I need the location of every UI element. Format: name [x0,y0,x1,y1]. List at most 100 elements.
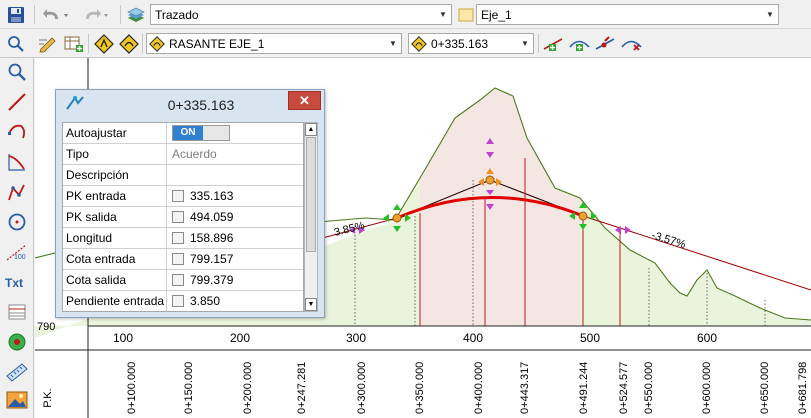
property-row-cota-salida: Cota salida 799.379 [63,270,303,291]
elevation-label: 790 [37,321,55,333]
app-icon [66,95,84,114]
station-label: 0+600.000 [701,362,713,414]
ruler-icon[interactable] [4,359,30,385]
scroll-thumb[interactable] [306,137,316,252]
station-label: 0+247.281 [296,362,308,414]
property-number[interactable]: 799.379 [190,270,233,290]
station-label: 0+350.000 [414,362,426,414]
station-label: 0+681.798 [797,362,809,414]
property-number[interactable]: 335.163 [190,186,233,206]
point-icon[interactable] [4,329,30,355]
station-label: 0+650.000 [759,362,771,414]
panel-scrollbar[interactable]: ▲ ▼ [304,122,318,312]
svg-text:Txt: Txt [5,276,23,290]
station-label: 0+550.000 [643,362,655,414]
profile-toolbar: RASANTE EJE_1 ▼ 0+335.163 ▼ [0,29,811,58]
station-label: 0+150.000 [183,362,195,414]
zoom-icon[interactable] [4,32,28,55]
layer-select-value: Trazado [155,7,199,22]
axis-select-value: Eje_1 [481,7,512,22]
add-curve-icon[interactable] [568,32,592,55]
image-icon[interactable] [4,387,30,413]
property-label: Cota entrada [63,249,167,269]
property-label: PK salida [63,207,167,227]
lock-checkbox[interactable] [172,274,184,286]
scroll-down-icon[interactable]: ▼ [305,298,317,311]
property-label: Pendiente entrada [63,291,167,311]
line-icon[interactable] [4,89,30,115]
property-grid: Autoajustar ON Tipo Acuerdo Descripción … [62,122,304,312]
station-label: 0+200.000 [242,362,254,414]
property-value: 799.379 [168,270,303,290]
lock-checkbox[interactable] [172,232,184,244]
sign-vertex-icon[interactable] [92,32,116,55]
lock-checkbox[interactable] [172,211,184,223]
property-number[interactable]: 158.896 [190,228,233,248]
property-value: 799.157 [168,249,303,269]
property-value: 3.850 [168,291,303,311]
autoajustar-toggle[interactable]: ON [172,125,230,141]
x-axis-tick-label: 500 [580,331,600,345]
property-row-descripcion: Descripción [63,165,303,186]
left-toolbar: 100 Txt [0,58,34,418]
layer-select[interactable]: Trazado ▼ [150,4,452,25]
property-row-longitud: Longitud 158.896 [63,228,303,249]
sign-icon [147,35,167,52]
sign-icon [409,35,429,52]
property-number[interactable]: 799.157 [190,249,233,269]
text-icon[interactable]: Txt [4,269,30,295]
property-value: 494.059 [168,207,303,227]
property-number[interactable]: 3.850 [190,291,220,311]
x-axis-tick-label: 200 [230,331,250,345]
lock-checkbox[interactable] [172,295,184,307]
layer-icon [124,3,148,26]
polyline-icon[interactable] [4,179,30,205]
table-icon[interactable] [4,299,30,325]
folder-icon [456,3,476,26]
station-label: 0+524.577 [618,362,630,414]
delete-curve-icon[interactable] [620,32,644,55]
panel-titlebar[interactable]: 0+335.163 ✕ [56,90,324,118]
property-value: 158.896 [168,228,303,248]
delete-vertex-icon[interactable] [594,32,618,55]
axis-select[interactable]: Eje_1 ▼ [476,4,779,25]
add-vertex-icon[interactable] [542,32,566,55]
redo-button[interactable] [80,3,114,26]
property-value: ON [168,123,303,143]
slope-label-right: -3.57% [650,229,687,251]
property-label: Longitud [63,228,167,248]
x-axis-tick-label: 300 [346,331,366,345]
lock-checkbox[interactable] [172,253,184,265]
application-window: Trazado ▼ Eje_1 ▼ RASANTE EJE_1 ▼ 0+335.… [0,0,811,418]
circle-icon[interactable] [4,209,30,235]
chevron-down-icon: ▼ [766,10,774,19]
property-label: Descripción [63,165,167,185]
close-button[interactable]: ✕ [288,91,321,110]
zoom-icon[interactable] [4,59,30,85]
undo-button[interactable] [40,3,74,26]
station-select-value: 0+335.163 [431,36,489,51]
clothoid-icon[interactable] [4,149,30,175]
chevron-down-icon: ▼ [389,39,397,48]
arc-icon[interactable] [4,119,30,145]
add-table-icon[interactable] [62,32,86,55]
property-row-tipo: Tipo Acuerdo [63,144,303,165]
svg-text:100: 100 [14,254,26,261]
edit-pencil-icon[interactable] [36,32,60,55]
x-axis-tick-label: 100 [113,331,133,345]
dimension-icon[interactable]: 100 [4,239,30,265]
x-axis-labels: 100 200 300 400 500 600 [113,331,717,345]
sign-curve-icon[interactable] [117,32,141,55]
property-label: Cota salida [63,270,167,290]
scroll-up-icon[interactable]: ▲ [305,123,317,136]
lock-checkbox[interactable] [172,190,184,202]
profile-select-value: RASANTE EJE_1 [169,36,265,51]
description-field[interactable] [168,165,303,185]
pk-label: P.K. [42,388,54,407]
station-select[interactable]: 0+335.163 ▼ [408,33,534,54]
x-axis-tick-label: 400 [463,331,483,345]
save-icon[interactable] [4,3,28,26]
profile-select[interactable]: RASANTE EJE_1 ▼ [146,33,402,54]
station-label: 0+443.317 [519,362,531,414]
property-number[interactable]: 494.059 [190,207,233,227]
